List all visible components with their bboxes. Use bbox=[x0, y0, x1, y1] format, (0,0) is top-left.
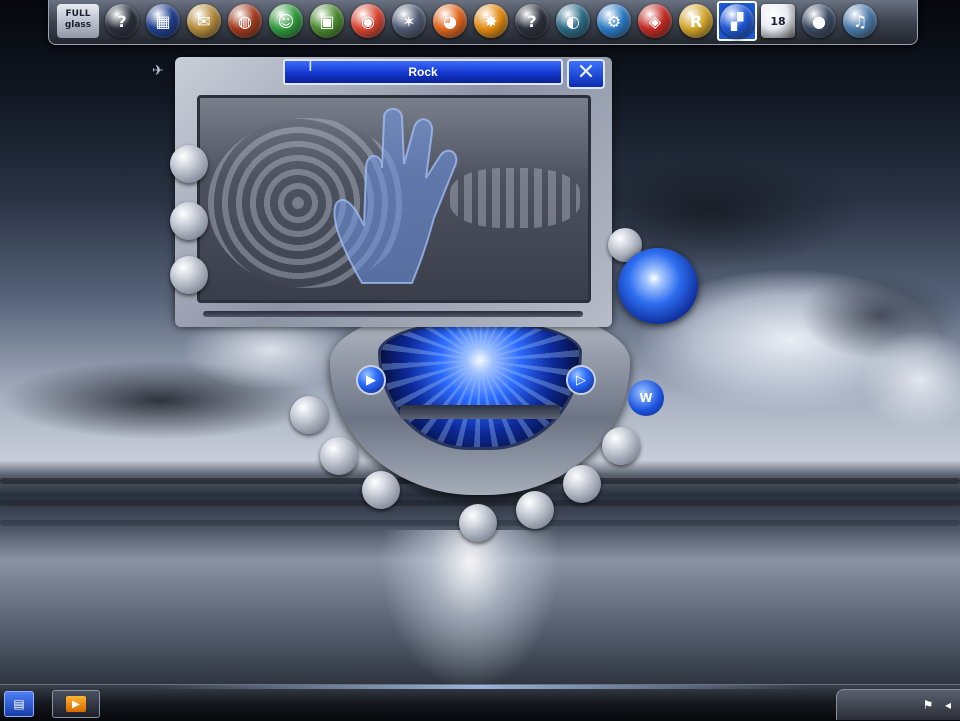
visualizer-dots bbox=[450, 168, 580, 228]
chrome-icon[interactable]: ◉ bbox=[351, 4, 385, 38]
help-icon-glyph: ? bbox=[117, 11, 127, 31]
network-icon[interactable]: ✶ bbox=[392, 4, 426, 38]
full-glass-label-line1: FULL bbox=[65, 9, 91, 19]
deck-orb-button[interactable] bbox=[362, 471, 400, 509]
media-player-task-glyph: ▶ bbox=[72, 698, 80, 710]
start-button[interactable]: ▤ bbox=[4, 691, 34, 717]
active-app-icon[interactable]: ▞ bbox=[720, 4, 754, 38]
photo-icon[interactable]: ▣ bbox=[310, 4, 344, 38]
chrome-icon-glyph: ◉ bbox=[361, 11, 375, 31]
media-icon[interactable]: ▦ bbox=[146, 4, 180, 38]
sphere-icon[interactable]: ● bbox=[802, 4, 836, 38]
games-icon-glyph: ◍ bbox=[238, 11, 252, 31]
player-orb-button[interactable] bbox=[170, 256, 208, 294]
music-folder-icon[interactable]: ♫ bbox=[843, 4, 877, 38]
avast-icon[interactable]: ✸ bbox=[474, 4, 508, 38]
globe-icon-glyph: ◐ bbox=[566, 11, 580, 31]
top-dock: FULL glass ? ▦ ✉ ◍ ☺ ▣ ◉ ✶ ◕ ✸? ◐ ⚙ ◈ R ▞ 18 ● ♫ bbox=[48, 0, 918, 45]
firefox-icon-glyph: ◕ bbox=[443, 11, 457, 31]
settings-icon-glyph: ⚙ bbox=[606, 11, 622, 31]
deck-orb-button[interactable] bbox=[320, 437, 358, 475]
messenger-icon-glyph: ☺ bbox=[277, 11, 295, 31]
player-orb-button[interactable] bbox=[170, 145, 208, 183]
desktop-plane-icon[interactable]: ✈ bbox=[152, 64, 174, 78]
taskbar: ▤ ▶ ⚑ ◂ bbox=[0, 684, 960, 721]
start-icon: ▤ bbox=[13, 697, 25, 711]
messenger-icon[interactable]: ☺ bbox=[269, 4, 303, 38]
text-cursor-icon: I bbox=[308, 56, 313, 75]
player-orb-button[interactable] bbox=[170, 202, 208, 240]
burn-icon[interactable]: ◈ bbox=[638, 4, 672, 38]
volume-icon[interactable]: ◂ bbox=[941, 698, 955, 712]
next-icon: ▷ bbox=[576, 372, 586, 388]
visualizer-hand-shape bbox=[333, 108, 458, 284]
player-window: Rock ✕ bbox=[175, 57, 612, 327]
mail-icon[interactable]: ✉ bbox=[187, 4, 221, 38]
taskbar-media-player-button[interactable]: ▶ bbox=[52, 690, 100, 718]
deck-orb-button[interactable] bbox=[563, 465, 601, 503]
winrar-icon-glyph: R bbox=[689, 11, 703, 31]
deck-visualizer bbox=[378, 320, 582, 450]
deck-orb-button[interactable] bbox=[516, 491, 554, 529]
calendar-icon-glyph: 18 bbox=[770, 14, 786, 28]
playlist-orb-button[interactable] bbox=[618, 248, 698, 324]
progress-track[interactable] bbox=[203, 311, 583, 317]
player-title: Rock bbox=[408, 65, 438, 79]
winrar-icon[interactable]: R bbox=[679, 4, 713, 38]
deck-orb-button[interactable] bbox=[602, 427, 640, 465]
deck-orb-button[interactable] bbox=[290, 396, 328, 434]
deck-light-rays bbox=[381, 323, 579, 447]
close-button[interactable]: ✕ bbox=[567, 59, 605, 89]
side-blue-button[interactable]: W bbox=[628, 380, 664, 416]
sea-reflection bbox=[380, 530, 560, 690]
firefox-icon[interactable]: ◕ bbox=[433, 4, 467, 38]
taskbar-glow bbox=[150, 685, 810, 689]
media-icon-glyph: ▦ bbox=[155, 11, 171, 31]
mail-icon-glyph: ✉ bbox=[197, 11, 211, 31]
globe-icon[interactable]: ◐ bbox=[556, 4, 590, 38]
burn-icon-glyph: ◈ bbox=[648, 11, 662, 31]
play-icon: ▶ bbox=[366, 372, 376, 388]
games-icon[interactable]: ◍ bbox=[228, 4, 262, 38]
network-icon-glyph: ✶ bbox=[402, 11, 416, 31]
side-button-icon: W bbox=[639, 391, 653, 405]
music-folder-icon-glyph: ♫ bbox=[852, 11, 868, 31]
deck-play-button[interactable]: ▶ bbox=[356, 365, 386, 395]
media-player-task-icon: ▶ bbox=[66, 696, 86, 712]
deck-next-button[interactable]: ▷ bbox=[566, 365, 596, 395]
full-glass-label-line2: glass bbox=[64, 20, 92, 30]
video-visualization bbox=[197, 95, 591, 303]
full-glass-button[interactable]: FULL glass bbox=[57, 4, 99, 38]
help-icon-2-glyph: ? bbox=[527, 11, 537, 31]
active-app-icon-glyph: ▞ bbox=[730, 11, 744, 31]
deck-seek-band[interactable] bbox=[400, 405, 560, 419]
help-icon[interactable]: ? bbox=[105, 4, 139, 38]
sphere-icon-glyph: ● bbox=[812, 11, 826, 31]
settings-icon[interactable]: ⚙ bbox=[597, 4, 631, 38]
avast-icon-glyph: ✸ bbox=[484, 11, 498, 31]
photo-icon-glyph: ▣ bbox=[319, 11, 335, 31]
flag-icon[interactable]: ⚑ bbox=[921, 698, 935, 712]
calendar-icon[interactable]: 18 bbox=[761, 4, 795, 38]
deck-orb-button[interactable] bbox=[459, 504, 497, 542]
system-tray: ⚑ ◂ bbox=[836, 689, 960, 720]
help-icon-2[interactable]: ? bbox=[515, 4, 549, 38]
player-titlebar[interactable]: Rock bbox=[283, 59, 563, 85]
close-icon: ✕ bbox=[576, 60, 596, 85]
